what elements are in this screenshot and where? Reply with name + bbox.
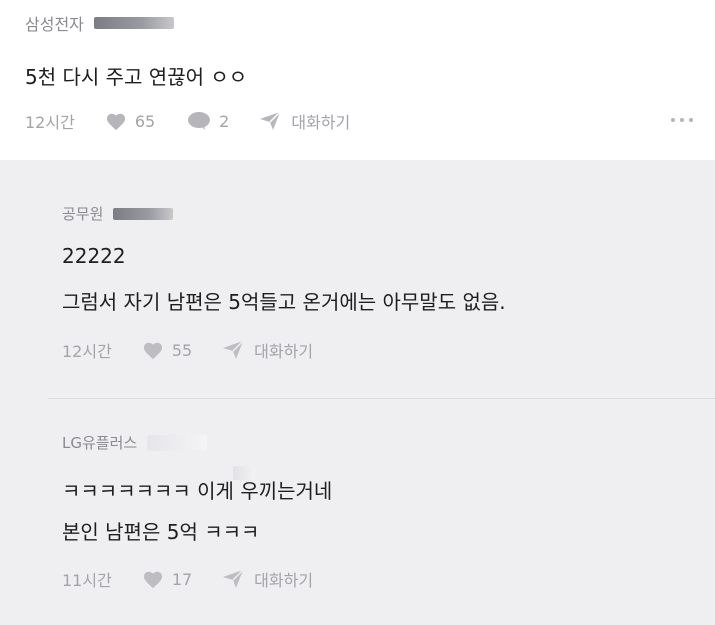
reply-conversation-button[interactable]: 대화하기 bbox=[222, 338, 313, 362]
heart-icon bbox=[143, 571, 162, 589]
author-badge-blurred bbox=[147, 434, 208, 451]
reply-1-meta: 12시간 55 대화하기 bbox=[62, 338, 313, 362]
send-icon bbox=[260, 111, 281, 130]
send-icon bbox=[223, 569, 244, 588]
reply-line: ㅋㅋㅋㅋㅋㅋㅋ 이게 우끼는거네 bbox=[62, 479, 333, 503]
post-conversation-label: 대화하기 bbox=[291, 113, 351, 132]
post-comment-button[interactable]: 2 bbox=[187, 111, 229, 131]
author-badge-blurred bbox=[113, 207, 174, 220]
reply-divider bbox=[48, 398, 715, 399]
reply-line: 22222 bbox=[62, 244, 126, 268]
reply-time: 11시간 bbox=[62, 571, 112, 590]
heart-icon bbox=[143, 342, 162, 360]
post-comment-count: 2 bbox=[219, 111, 230, 131]
post-text: 5천 다시 주고 연끊어 ㅇㅇ bbox=[25, 65, 248, 89]
reply-conversation-label: 대화하기 bbox=[254, 342, 314, 361]
replies-section bbox=[0, 160, 715, 625]
reply-like-count: 17 bbox=[171, 569, 193, 589]
post-conversation-button[interactable]: 대화하기 bbox=[259, 109, 350, 133]
speech-bubble-icon bbox=[188, 112, 211, 130]
heart-icon bbox=[106, 113, 125, 131]
more-options-icon[interactable] bbox=[671, 118, 693, 122]
reply-author[interactable]: LG유플러스 bbox=[62, 432, 137, 453]
send-icon bbox=[223, 340, 244, 359]
post-meta: 12시간 65 2 대화하기 bbox=[25, 109, 350, 133]
post: 삼성전자 5천 다시 주고 연끊어 ㅇㅇ 12시간 65 2 대화하기 bbox=[0, 0, 715, 160]
post-time: 12시간 bbox=[25, 113, 75, 132]
post-like-button[interactable]: 65 bbox=[105, 111, 155, 131]
reply-conversation-button[interactable]: 대화하기 bbox=[222, 567, 313, 591]
author-badge-blurred bbox=[93, 17, 174, 29]
reply-like-button[interactable]: 55 bbox=[142, 340, 192, 360]
reply-2-author-row: LG유플러스 bbox=[62, 432, 208, 453]
reply-1-author-row: 공무원 bbox=[62, 203, 174, 224]
post-author-row: 삼성전자 bbox=[25, 11, 174, 35]
reply-2-meta: 11시간 17 대화하기 bbox=[62, 567, 313, 591]
reply-conversation-label: 대화하기 bbox=[254, 571, 314, 590]
reply-line: 그럼서 자기 남편은 5억들고 온거에는 아무말도 없음. bbox=[62, 290, 506, 314]
post-author[interactable]: 삼성전자 bbox=[25, 11, 84, 35]
reply-time: 12시간 bbox=[62, 342, 112, 361]
reply-author[interactable]: 공무원 bbox=[62, 203, 103, 224]
post-like-count: 65 bbox=[134, 111, 156, 131]
reply-like-count: 55 bbox=[171, 340, 193, 360]
reply-like-button[interactable]: 17 bbox=[142, 569, 192, 589]
reply-line: 본인 남편은 5억 ㅋㅋㅋ bbox=[62, 520, 260, 544]
